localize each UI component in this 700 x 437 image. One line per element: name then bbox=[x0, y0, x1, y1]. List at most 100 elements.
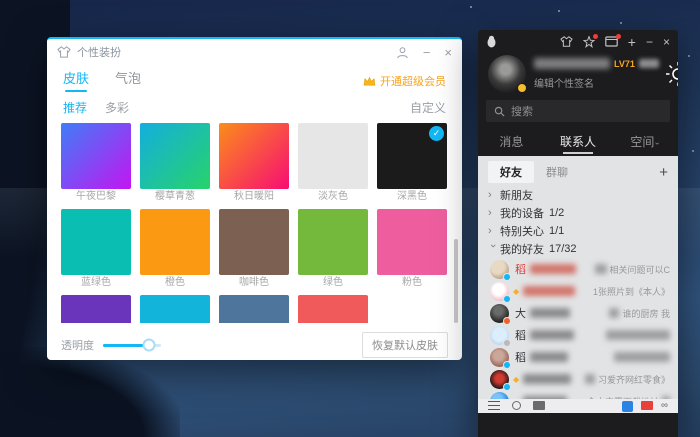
tab-qzone[interactable]: 空间› bbox=[611, 129, 678, 156]
add-friend-button[interactable]: + bbox=[659, 165, 668, 180]
personalization-dialog: 个性装扮 − × 皮肤 气泡 开通超级会员 推荐 多彩 bbox=[47, 37, 462, 360]
swatch-label: 午夜巴黎 bbox=[61, 189, 131, 205]
swatch-label: 绿色 bbox=[298, 275, 368, 291]
subtab-friends[interactable]: 好友 bbox=[488, 161, 534, 183]
tab-messages[interactable]: 消息 bbox=[478, 129, 545, 156]
qq-penguin-icon bbox=[486, 35, 497, 48]
group-my-friends[interactable]: › 我的好友17/32 bbox=[478, 240, 678, 258]
notification-dot bbox=[593, 34, 598, 39]
avatar bbox=[490, 370, 509, 389]
group-special-care[interactable]: › 特别关心1/1 bbox=[478, 222, 678, 240]
swatch-label: 蓝绿色 bbox=[61, 275, 131, 291]
skin-swatch-grid: 午夜巴黎 樱草青葱 秋日暖阳 淡灰色 ✓ bbox=[47, 119, 462, 323]
dialog-footer: 透明度 恢复默认皮肤 bbox=[47, 323, 462, 358]
skin-swatch[interactable]: 绿色 bbox=[298, 209, 368, 295]
subtab-groupchats[interactable]: 群聊 bbox=[546, 164, 568, 180]
dialog-titlebar[interactable]: 个性装扮 − × bbox=[47, 39, 462, 63]
contact-signature bbox=[606, 330, 670, 340]
qq-titlebar[interactable]: + − × bbox=[478, 30, 678, 50]
skin-swatch[interactable]: 淡灰色 bbox=[298, 123, 368, 209]
level-badge: LV71 bbox=[614, 59, 635, 69]
contact-name: 稻 bbox=[515, 349, 526, 365]
contact-signature bbox=[614, 352, 670, 362]
weiyun-app-icon[interactable] bbox=[641, 401, 653, 410]
name-redacted bbox=[523, 374, 571, 384]
opacity-label: 透明度 bbox=[61, 337, 94, 353]
dressup-icon[interactable] bbox=[560, 36, 573, 47]
main-menu-icon[interactable] bbox=[488, 401, 500, 410]
tab-bubble[interactable]: 气泡 bbox=[115, 68, 141, 95]
skin-swatch[interactable]: 蓝绿色 bbox=[61, 209, 131, 295]
skin-swatch[interactable]: 粉色 bbox=[377, 209, 447, 295]
swatch-label: 淡灰色 bbox=[298, 189, 368, 205]
user-avatar[interactable] bbox=[488, 55, 526, 93]
svip-diamond-icon: ◆ bbox=[513, 287, 519, 296]
contact-row[interactable]: 稻 bbox=[478, 324, 678, 346]
account-icon[interactable] bbox=[396, 46, 409, 59]
skin-swatch[interactable]: 咖啡色 bbox=[219, 209, 289, 295]
dialog-tabs: 皮肤 气泡 开通超级会员 bbox=[47, 63, 462, 95]
swatch-label: 粉色 bbox=[377, 275, 447, 291]
qq-main-panel: + − × LV71 编辑个性签名 bbox=[478, 30, 678, 437]
infinity-app-icon[interactable]: ∞ bbox=[661, 401, 668, 411]
contact-signature: 1张照片到《本人》 bbox=[593, 285, 670, 298]
contact-row[interactable]: 稻 相关问题可以C bbox=[478, 258, 678, 280]
weather-widget[interactable] bbox=[663, 55, 678, 93]
search-input[interactable]: 搜索 bbox=[486, 100, 670, 122]
edit-signature[interactable]: 编辑个性签名 bbox=[534, 75, 659, 90]
scrollbar[interactable] bbox=[454, 239, 458, 323]
opacity-slider[interactable] bbox=[103, 344, 161, 347]
open-svip-link[interactable]: 开通超级会员 bbox=[363, 73, 446, 95]
restore-default-skin-button[interactable]: 恢复默认皮肤 bbox=[362, 332, 448, 358]
status-dot bbox=[503, 273, 511, 281]
subtab-recommend[interactable]: 推荐 bbox=[63, 99, 87, 116]
minimize-button[interactable]: − bbox=[423, 45, 431, 60]
skin-swatch[interactable] bbox=[219, 295, 289, 323]
subtab-colorful[interactable]: 多彩 bbox=[105, 99, 129, 116]
skin-swatch[interactable]: 樱草青葱 bbox=[140, 123, 210, 209]
customize-link[interactable]: 自定义 bbox=[410, 99, 446, 116]
contact-row[interactable]: ◆ 习爱齐网红零食》 bbox=[478, 368, 678, 390]
qq-profile-area[interactable]: LV71 编辑个性签名 bbox=[478, 50, 678, 97]
avatar bbox=[490, 282, 509, 301]
contact-row[interactable]: 大 谁的厨房 我 bbox=[478, 302, 678, 324]
swatch-label: 咖啡色 bbox=[219, 275, 289, 291]
skin-swatch[interactable] bbox=[61, 295, 131, 323]
qq-main-tabs: 消息 联系人 空间› bbox=[478, 129, 678, 156]
swatch-label: 橙色 bbox=[140, 275, 210, 291]
swatch-label: 秋日暖阳 bbox=[219, 189, 289, 205]
add-window-button[interactable]: + bbox=[628, 34, 636, 50]
close-button[interactable]: × bbox=[444, 45, 452, 60]
activity-icon[interactable] bbox=[583, 36, 595, 48]
close-button[interactable]: × bbox=[663, 35, 670, 49]
skin-swatch-selected[interactable]: ✓ 深黑色 bbox=[377, 123, 447, 209]
minimize-button[interactable]: − bbox=[646, 35, 653, 49]
skin-swatch[interactable]: 橙色 bbox=[140, 209, 210, 295]
group-new-friends[interactable]: › 新朋友 bbox=[478, 186, 678, 204]
search-placeholder: 搜索 bbox=[511, 103, 533, 119]
skin-swatch[interactable]: 午夜巴黎 bbox=[61, 123, 131, 209]
skin-swatch[interactable] bbox=[298, 295, 368, 323]
tab-skin[interactable]: 皮肤 bbox=[63, 68, 89, 95]
medal-redacted bbox=[639, 59, 659, 68]
status-icon[interactable] bbox=[512, 401, 521, 410]
folder-icon[interactable] bbox=[533, 401, 545, 410]
slider-handle[interactable] bbox=[143, 339, 156, 352]
mail-icon[interactable] bbox=[605, 36, 618, 47]
svip-diamond-icon: ◆ bbox=[513, 375, 519, 384]
skin-swatch[interactable]: 秋日暖阳 bbox=[219, 123, 289, 209]
contact-subtabs: 好友 群聊 + bbox=[478, 156, 678, 186]
notification-dot bbox=[616, 34, 621, 39]
star bbox=[620, 22, 622, 24]
contact-row[interactable]: ◆ 1张照片到《本人》 bbox=[478, 280, 678, 302]
docs-app-icon[interactable] bbox=[622, 401, 633, 412]
dialog-title: 个性装扮 bbox=[77, 44, 121, 60]
chevron-down-icon: › bbox=[653, 142, 662, 145]
tab-contacts[interactable]: 联系人 bbox=[545, 129, 612, 156]
status-dot bbox=[503, 383, 511, 391]
contact-name: 大 bbox=[515, 305, 526, 321]
contact-signature: 谁的厨房 我 bbox=[609, 307, 670, 320]
skin-swatch[interactable] bbox=[140, 295, 210, 323]
contact-row[interactable]: 稻 bbox=[478, 346, 678, 368]
group-my-devices[interactable]: › 我的设备1/2 bbox=[478, 204, 678, 222]
